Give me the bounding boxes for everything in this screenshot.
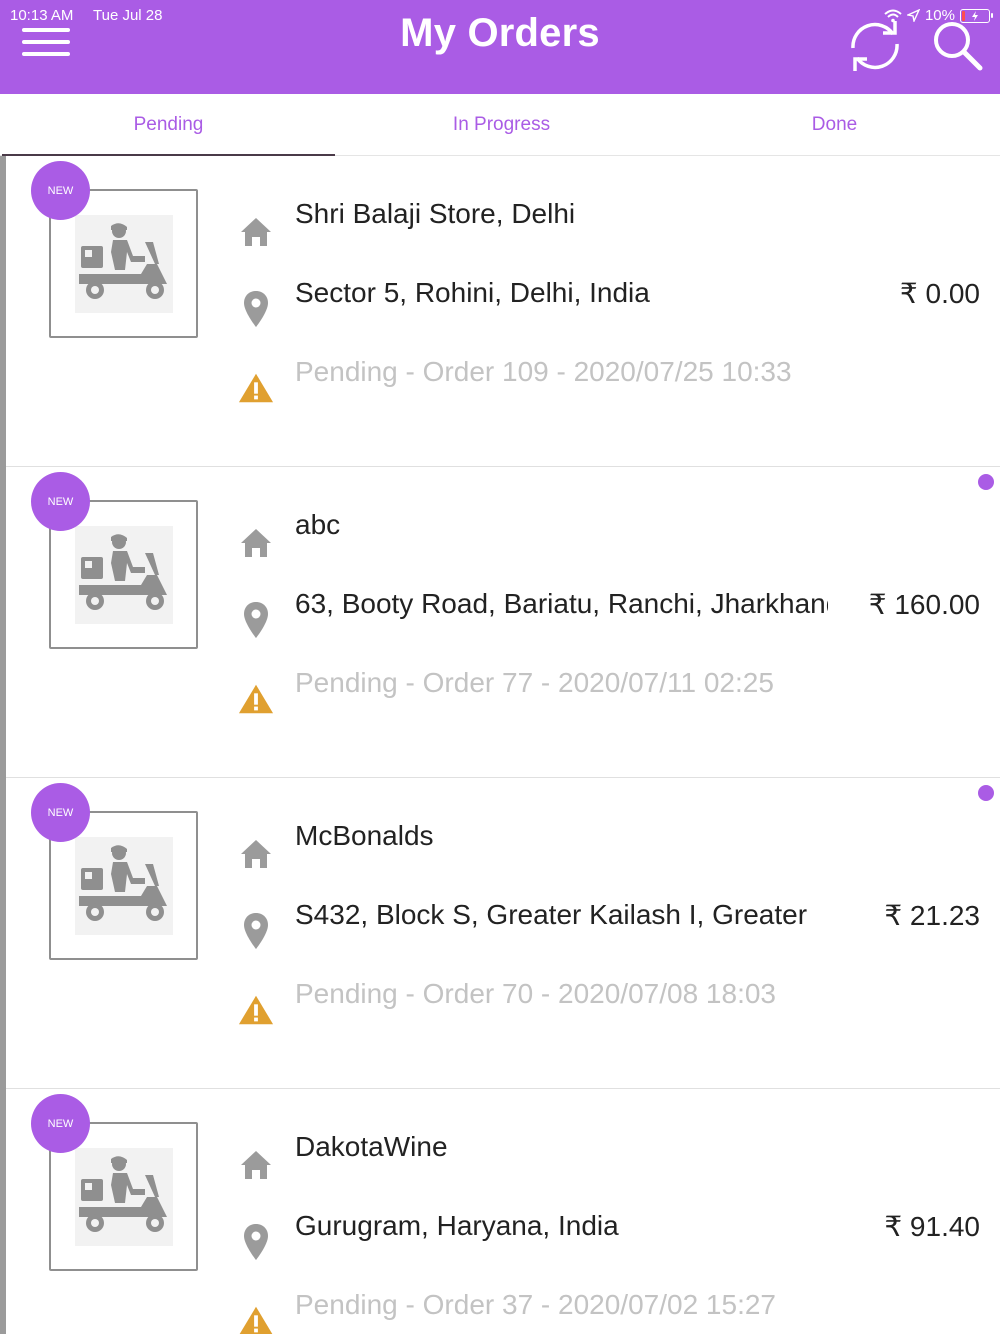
store-home-icon	[238, 523, 274, 563]
app-screen: 10:13 AM Tue Jul 28 10% My Orders Pendin…	[0, 0, 1000, 1334]
order-status-text: Pending - Order 70 - 2020/07/08 18:03	[295, 978, 777, 1009]
order-status-tabs: Pending In Progress Done	[0, 94, 1000, 156]
order-card[interactable]: NEW Shri Balaji Store, Delhi Sector 5, R…	[6, 156, 1000, 467]
store-name: DakotaWine	[295, 1131, 448, 1162]
store-address: 63, Booty Road, Bariatu, Ranchi, Jharkha…	[295, 588, 828, 619]
tab-pending[interactable]: Pending	[2, 94, 335, 156]
new-order-badge: NEW	[31, 472, 90, 531]
order-card[interactable]: NEW McBonalds S432, Block S, Greater Kai…	[6, 778, 1000, 1089]
location-pin-icon	[238, 289, 274, 329]
order-total: ₹ 91.40	[884, 1211, 980, 1242]
order-total: ₹ 21.23	[884, 900, 980, 931]
refresh-icon[interactable]	[845, 18, 905, 74]
store-home-icon	[238, 212, 274, 252]
location-pin-icon	[238, 600, 274, 640]
tab-in-progress[interactable]: In Progress	[335, 94, 668, 156]
orders-list[interactable]: NEW Shri Balaji Store, Delhi Sector 5, R…	[0, 156, 1000, 1334]
store-address: S432, Block S, Greater Kailash I, Greate…	[295, 899, 808, 930]
store-address: Sector 5, Rohini, Delhi, India	[295, 277, 650, 308]
store-name: abc	[295, 509, 341, 540]
store-name: Shri Balaji Store, Delhi	[295, 198, 576, 229]
order-status-text: Pending - Order 77 - 2020/07/11 02:25	[295, 667, 774, 698]
delivery-scooter-icon	[79, 845, 167, 921]
unread-indicator	[978, 785, 994, 801]
app-header: 10:13 AM Tue Jul 28 10% My Orders	[0, 0, 1000, 94]
search-icon[interactable]	[930, 18, 986, 74]
delivery-scooter-icon	[79, 534, 167, 610]
warning-icon	[238, 1301, 274, 1334]
warning-icon	[238, 990, 274, 1030]
store-home-icon	[238, 834, 274, 874]
new-order-badge: NEW	[31, 1094, 90, 1153]
order-status-text: Pending - Order 37 - 2020/07/02 15:27	[295, 1289, 777, 1320]
store-home-icon	[238, 1145, 274, 1185]
order-card[interactable]: NEW abc 63, Booty Road, Bariatu, Ranchi,…	[6, 467, 1000, 778]
unread-indicator	[978, 474, 994, 490]
new-order-badge: NEW	[31, 783, 90, 842]
order-total: ₹ 160.00	[868, 589, 980, 620]
order-card[interactable]: NEW DakotaWine Gurugram, Haryana, India …	[6, 1089, 1000, 1334]
delivery-scooter-icon	[79, 1156, 167, 1232]
order-total: ₹ 0.00	[899, 278, 980, 309]
store-address: Gurugram, Haryana, India	[295, 1210, 619, 1241]
warning-icon	[238, 368, 274, 408]
location-pin-icon	[238, 911, 274, 951]
tab-done[interactable]: Done	[668, 94, 1000, 156]
store-name: McBonalds	[295, 820, 434, 851]
location-pin-icon	[238, 1222, 274, 1262]
order-status-text: Pending - Order 109 - 2020/07/25 10:33	[295, 356, 792, 387]
delivery-scooter-icon	[79, 223, 167, 299]
new-order-badge: NEW	[31, 161, 90, 220]
warning-icon	[238, 679, 274, 719]
